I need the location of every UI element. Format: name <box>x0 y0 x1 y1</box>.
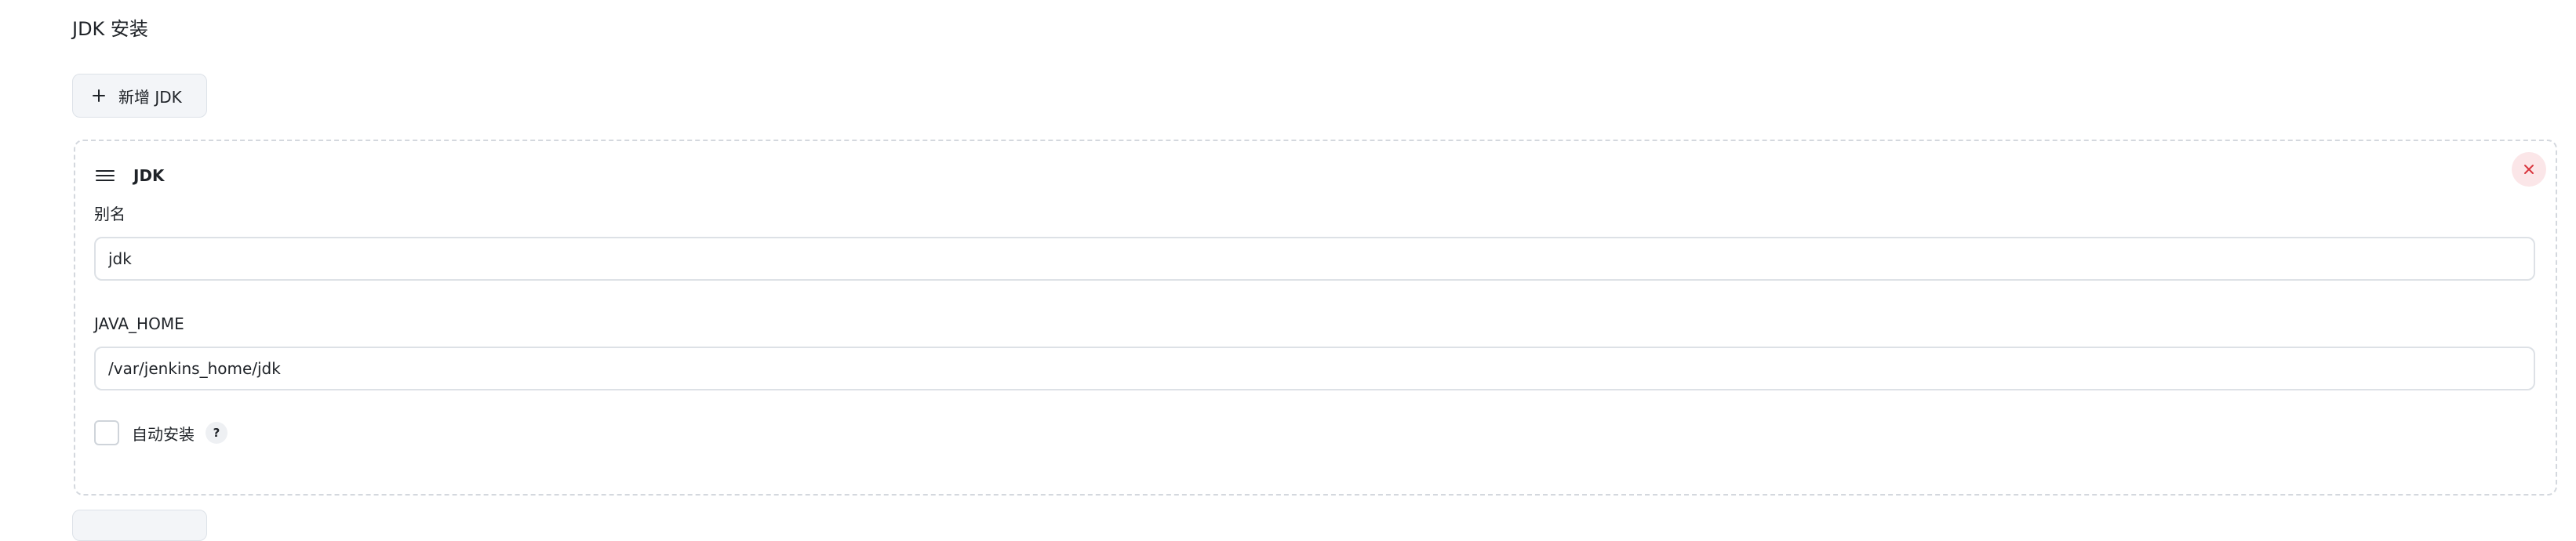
section-title: JDK 安装 <box>72 18 148 40</box>
next-add-button-partial[interactable] <box>72 510 207 541</box>
java-home-label: JAVA_HOME <box>94 314 184 333</box>
plus-icon <box>93 89 105 102</box>
alias-label: 别名 <box>94 205 126 223</box>
auto-install-row: 自动安装 ? <box>94 419 227 447</box>
drag-handle-icon[interactable] <box>96 169 115 182</box>
card-title: JDK <box>133 166 165 185</box>
add-jdk-label: 新增 JDK <box>118 87 182 107</box>
help-icon[interactable]: ? <box>206 422 227 444</box>
add-jdk-button[interactable]: 新增 JDK <box>72 74 207 118</box>
auto-install-label: 自动安装 <box>132 424 195 444</box>
jdk-card: JDK 别名 JAVA_HOME 自动安装 ? <box>74 140 2557 496</box>
card-header: JDK <box>96 160 165 191</box>
auto-install-checkbox[interactable] <box>94 420 119 445</box>
java-home-input[interactable] <box>94 347 2535 390</box>
close-icon <box>2524 165 2534 174</box>
delete-jdk-button[interactable] <box>2512 152 2546 187</box>
alias-input[interactable] <box>94 237 2535 281</box>
